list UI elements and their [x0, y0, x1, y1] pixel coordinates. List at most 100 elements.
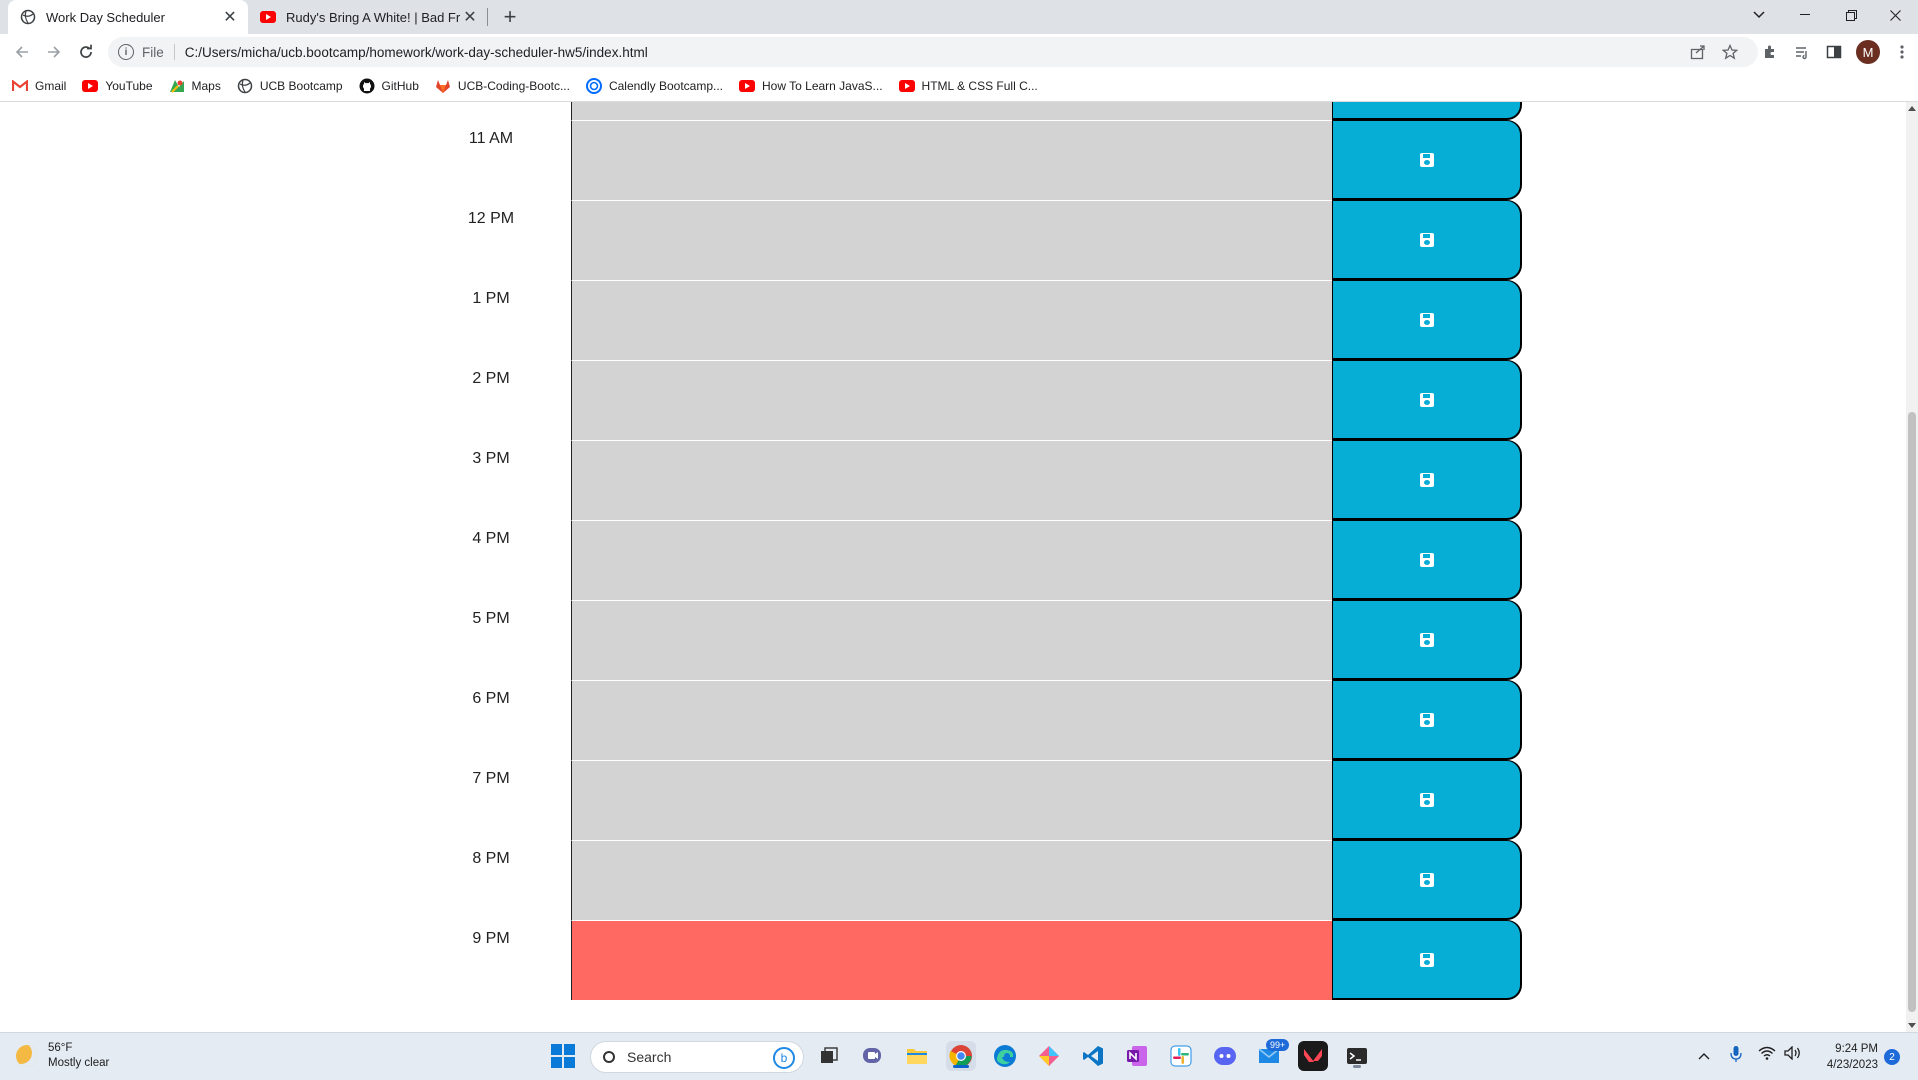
info-icon[interactable]: i [118, 44, 134, 60]
bookmark-label: Calendly Bootcamp... [608, 78, 724, 93]
start-button[interactable] [548, 1041, 578, 1071]
event-description-input[interactable] [571, 102, 1333, 120]
extensions-puzzle-icon[interactable] [1760, 42, 1780, 62]
close-window-button[interactable] [1872, 0, 1918, 30]
save-button[interactable] [1332, 680, 1522, 760]
address-url[interactable]: C:/Users/micha/ucb.bootcamp/homework/wor… [185, 45, 648, 60]
time-block-row: 1 PM [0, 280, 1906, 360]
reload-icon[interactable] [74, 40, 98, 64]
event-description-input[interactable] [571, 440, 1333, 520]
tab-youtube-video[interactable]: Rudy's Bring A White! | Bad Frien ✕ [250, 0, 488, 34]
event-description-input[interactable] [571, 520, 1333, 600]
vertical-scrollbar[interactable] [1906, 102, 1918, 1032]
save-button[interactable] [1332, 120, 1522, 200]
taskbar-search-box[interactable]: Search b [590, 1041, 804, 1073]
volume-icon[interactable] [1784, 1045, 1802, 1063]
bookmark-ucb-bootcamp[interactable]: UCB Bootcamp [237, 78, 343, 94]
time-block-row: 2 PM [0, 360, 1906, 440]
time-block-row: 9 PM [0, 920, 1906, 1000]
bookmark-calendly[interactable]: Calendly Bootcamp... [585, 77, 724, 94]
event-description-input[interactable] [571, 280, 1333, 360]
chrome-menu-icon[interactable] [1892, 42, 1912, 62]
hour-label: 8 PM [472, 850, 510, 867]
save-button[interactable] [1332, 440, 1522, 520]
share-icon[interactable] [1688, 42, 1708, 62]
bing-icon[interactable]: b [773, 1047, 795, 1069]
event-description-input[interactable] [571, 200, 1333, 280]
scroll-up-arrow-icon[interactable] [1908, 106, 1916, 111]
file-explorer-icon[interactable] [902, 1041, 932, 1071]
weather-condition: Mostly clear [48, 1057, 110, 1069]
save-button[interactable] [1332, 840, 1522, 920]
time-block-list: 10 AM 11 AM 12 PM 1 PM 2 PM 3 PM 4 PM 5 PM 6 PM 7… [0, 102, 1906, 1000]
notification-count-badge[interactable]: 2 [1884, 1049, 1900, 1065]
save-floppy-icon [1419, 392, 1434, 407]
teams-chat-icon[interactable] [858, 1041, 888, 1071]
save-button[interactable] [1332, 920, 1522, 1000]
save-floppy-icon [1419, 632, 1434, 647]
windows-taskbar: 56°F Mostly clear Search b 99+ 9:24 PM 4… [0, 1032, 1918, 1080]
save-button[interactable] [1332, 360, 1522, 440]
new-tab-button[interactable]: + [498, 4, 522, 29]
event-description-input[interactable] [571, 600, 1333, 680]
save-floppy-icon [1419, 312, 1434, 327]
minimize-button[interactable] [1782, 0, 1828, 30]
discord-icon[interactable] [1210, 1041, 1240, 1071]
side-panel-icon[interactable] [1824, 42, 1844, 62]
pinned-app-icon[interactable] [1034, 1041, 1064, 1071]
terminal-icon[interactable] [1342, 1041, 1372, 1071]
save-button[interactable] [1332, 600, 1522, 680]
chrome-taskbar-icon[interactable] [946, 1041, 976, 1071]
valorant-icon[interactable] [1298, 1041, 1328, 1071]
system-clock[interactable]: 9:24 PM 4/23/2023 [1818, 1041, 1878, 1073]
vscode-icon[interactable] [1078, 1041, 1108, 1071]
event-description-input[interactable] [571, 840, 1333, 920]
save-button[interactable] [1332, 760, 1522, 840]
close-tab-icon[interactable]: ✕ [460, 7, 480, 27]
show-hidden-icons-chevron-icon[interactable] [1698, 1047, 1710, 1063]
bookmark-how-to-learn-js[interactable]: How To Learn JavaS... [739, 78, 883, 94]
back-arrow-icon[interactable] [10, 40, 34, 64]
time-block-row: 7 PM [0, 760, 1906, 840]
scroll-down-arrow-icon[interactable] [1908, 1023, 1916, 1028]
save-button[interactable] [1332, 520, 1522, 600]
slack-icon[interactable] [1166, 1041, 1196, 1071]
bookmark-maps[interactable]: Maps [169, 78, 221, 94]
weather-widget[interactable]: 56°F Mostly clear [16, 1041, 109, 1071]
event-description-input[interactable] [571, 120, 1333, 200]
save-button[interactable] [1332, 280, 1522, 360]
address-divider [173, 44, 175, 60]
edge-icon[interactable] [990, 1041, 1020, 1071]
event-description-input[interactable] [571, 680, 1333, 760]
forward-arrow-icon[interactable] [42, 40, 66, 64]
bookmark-label: UCB-Coding-Bootc... [457, 78, 570, 93]
bookmark-github[interactable]: GitHub [359, 78, 419, 94]
close-tab-icon[interactable]: ✕ [220, 7, 240, 27]
onenote-icon[interactable] [1122, 1041, 1152, 1071]
event-description-input[interactable] [571, 360, 1333, 440]
bookmark-ucb-coding[interactable]: UCB-Coding-Bootc... [435, 78, 570, 94]
tab-separator [487, 8, 488, 26]
reading-list-icon[interactable] [1792, 42, 1812, 62]
tab-search-chevron-icon[interactable] [1736, 0, 1782, 30]
wifi-icon[interactable] [1758, 1046, 1776, 1063]
save-button[interactable] [1332, 200, 1522, 280]
save-button[interactable] [1332, 102, 1522, 120]
bookmark-label: How To Learn JavaS... [762, 78, 883, 93]
bookmark-html-css[interactable]: HTML & CSS Full C... [898, 78, 1038, 94]
restore-button[interactable] [1828, 0, 1874, 30]
tab-work-day-scheduler[interactable]: Work Day Scheduler ✕ [8, 0, 248, 34]
scrollbar-thumb[interactable] [1908, 412, 1916, 1012]
tab-title: Work Day Scheduler [46, 9, 165, 25]
bookmark-gmail[interactable]: Gmail [12, 78, 66, 94]
bookmark-star-icon[interactable] [1720, 42, 1740, 62]
bookmark-youtube[interactable]: YouTube [82, 78, 153, 94]
event-description-input[interactable] [571, 760, 1333, 840]
profile-avatar[interactable]: M [1856, 40, 1880, 64]
time-block-row: 3 PM [0, 440, 1906, 520]
task-view-icon[interactable] [814, 1041, 844, 1071]
event-description-input[interactable] [571, 920, 1333, 1000]
address-bar[interactable]: i File C:/Users/micha/ucb.bootcamp/homew… [108, 37, 1758, 67]
microphone-icon[interactable] [1730, 1045, 1742, 1066]
bookmark-label: Gmail [35, 78, 67, 93]
